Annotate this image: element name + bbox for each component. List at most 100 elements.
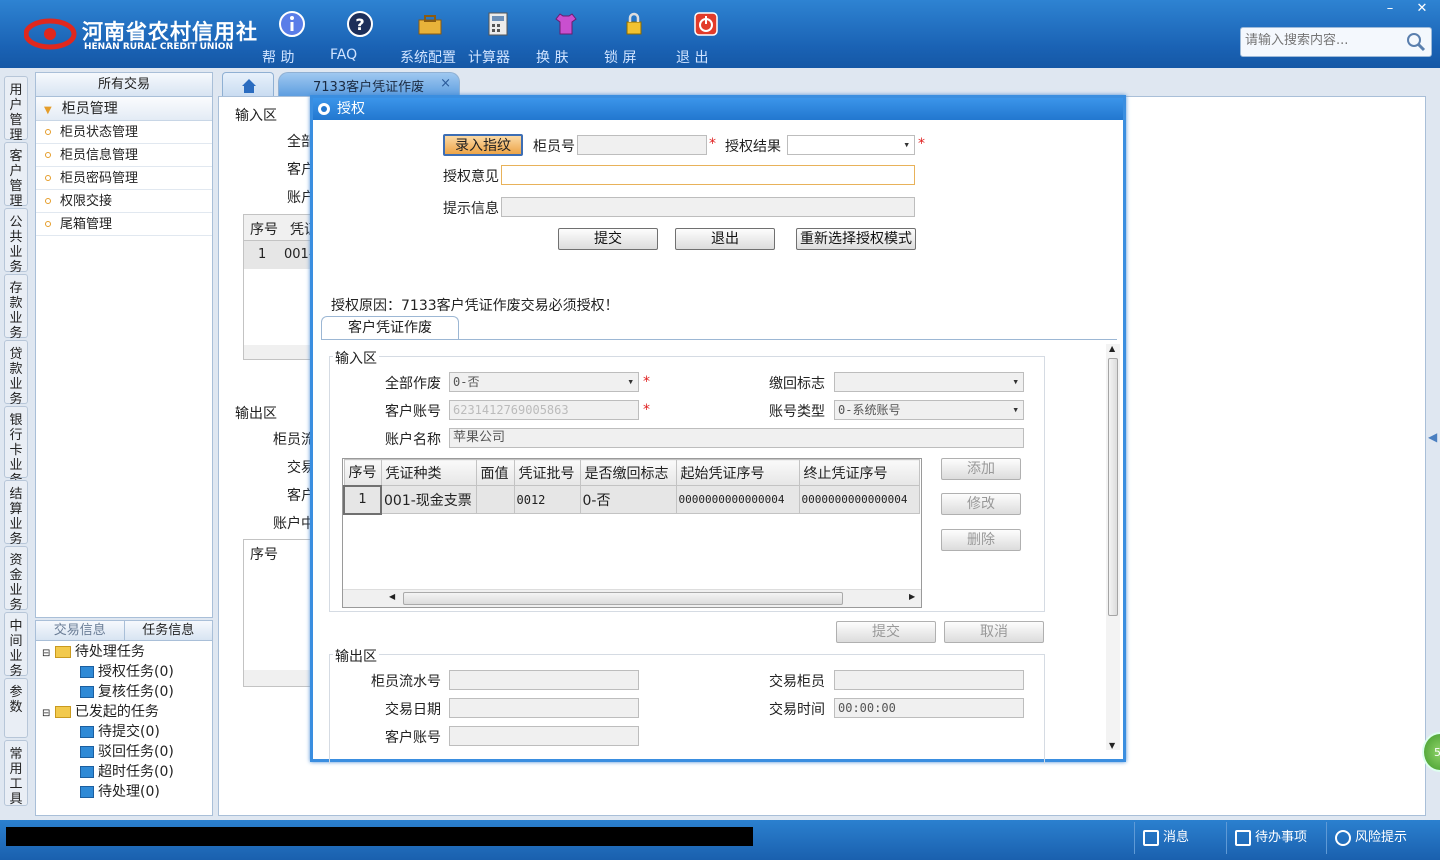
nav-settlement-business[interactable]: 结算业务 (4, 480, 28, 547)
nav-deposit-business[interactable]: 存款业务 (4, 274, 28, 341)
tree-label: 待提交(0) (98, 724, 160, 740)
teller-management-group[interactable]: ▼ 柜员管理 (36, 97, 212, 121)
nav-loan-business[interactable]: 贷款业务 (4, 340, 28, 407)
reselect-auth-mode-button[interactable]: 重新选择授权模式 (796, 228, 916, 250)
lock-screen-button[interactable]: 锁 屏 (604, 8, 664, 66)
nav-user-management[interactable]: 用户管理 (4, 76, 28, 143)
minimize-button[interactable]: – (1374, 0, 1406, 18)
customer-account-field[interactable]: 6231412769005863 (449, 400, 639, 420)
all-void-select[interactable]: 0-否 (449, 372, 639, 392)
tree-label: 待处理任务 (74, 644, 145, 660)
search-icon[interactable] (1406, 32, 1426, 52)
exit-button[interactable]: 退出 (675, 228, 775, 250)
all-transactions-header[interactable]: 所有交易 (36, 73, 212, 97)
tab-voucher-void[interactable]: 7133客户凭证作废 × (278, 72, 460, 96)
scroll-right-icon[interactable]: ▶ (909, 592, 915, 601)
col-face-value[interactable]: 面值 (475, 459, 515, 486)
nav-bank-card-business[interactable]: 银行卡业务 (4, 406, 28, 488)
nav-intermediate-business[interactable]: 中间业务 (4, 612, 28, 679)
tree-label: 待处理(0) (98, 784, 160, 800)
col-start-serial[interactable]: 起始凭证序号 (675, 459, 800, 486)
side-expand-icon[interactable]: ◀ (1428, 430, 1440, 458)
menu-item-teller-status[interactable]: 柜员状态管理 (36, 121, 212, 144)
dialog-title-bar[interactable]: 授权 (313, 98, 1123, 120)
tree-timeout[interactable]: 超时任务(0) (80, 762, 174, 782)
document-icon (80, 726, 94, 738)
bg-output-area: 输出区 (235, 406, 277, 422)
close-window-button[interactable]: ✕ (1406, 0, 1438, 18)
tree-initiated-tasks[interactable]: ⊟ 已发起的任务 (42, 702, 159, 724)
col-index[interactable]: 序号 (343, 459, 382, 486)
teller-no-field[interactable] (577, 135, 707, 155)
submit-button[interactable]: 提交 (558, 228, 658, 250)
table-cell: 001-现金支票 (380, 485, 477, 514)
risk-alert-button[interactable]: 风险提示 (1326, 822, 1436, 854)
scroll-left-icon[interactable]: ◀ (389, 592, 395, 601)
col-recall-flag[interactable]: 是否缴回标志 (579, 459, 677, 486)
horizontal-scrollbar[interactable]: ◀ ▶ (343, 589, 921, 607)
tab-close-icon[interactable]: × (440, 76, 451, 91)
nav-public-business[interactable]: 公共业务 (4, 208, 28, 275)
help-button[interactable]: 帮 助 (262, 8, 322, 66)
menu-item-teller-info[interactable]: 柜员信息管理 (36, 144, 212, 167)
table-row[interactable]: 1 001-现金支票 0012 0-否 0000000000000004 000… (343, 484, 920, 515)
nav-common-tools[interactable]: 常用工具 (4, 740, 28, 807)
menu-item-tail-box[interactable]: 尾箱管理 (36, 213, 212, 236)
col-end-serial[interactable]: 终止凭证序号 (798, 459, 920, 486)
auth-opinion-input[interactable] (501, 165, 915, 185)
search-input[interactable] (1245, 33, 1405, 48)
record-fingerprint-button[interactable]: 录入指纹 (443, 134, 523, 156)
tab-task-info[interactable]: 任务信息 (123, 621, 213, 640)
skin-button[interactable]: 换 肤 (536, 8, 596, 66)
tree-label: 驳回任务(0) (98, 744, 174, 760)
exit-app-button[interactable]: 退 出 (676, 8, 736, 66)
faq-button[interactable]: ? FAQ (330, 8, 390, 63)
collapse-icon[interactable]: ⊟ (42, 708, 50, 719)
message-label: 消息 (1163, 830, 1190, 845)
delete-button[interactable]: 删除 (941, 529, 1021, 551)
nav-fund-business[interactable]: 资金业务 (4, 546, 28, 613)
auth-result-select[interactable] (787, 135, 915, 155)
tree-to-process[interactable]: 待处理(0) (80, 782, 160, 802)
lock-icon (626, 12, 642, 35)
tab-home[interactable] (222, 72, 274, 96)
nav-parameters[interactable]: 参数 (4, 678, 28, 738)
tree-rejected[interactable]: 驳回任务(0) (80, 742, 174, 762)
tree-to-submit[interactable]: 待提交(0) (80, 722, 160, 742)
scroll-up-icon[interactable]: ▲ (1109, 344, 1115, 353)
tree-auth-tasks[interactable]: 授权任务(0) (80, 662, 174, 682)
tree-pending-tasks[interactable]: ⊟ 待处理任务 (42, 642, 145, 664)
tree-label: 超时任务(0) (98, 764, 174, 780)
tab-transaction-info[interactable]: 交易信息 (36, 621, 124, 640)
scroll-thumb[interactable] (1108, 358, 1118, 616)
message-button[interactable]: 消息 (1134, 822, 1226, 854)
vertical-scrollbar[interactable]: ▲ ▼ (1106, 344, 1120, 750)
scroll-down-icon[interactable]: ▼ (1109, 741, 1115, 750)
tab-customer-voucher-void[interactable]: 客户凭证作废 (321, 316, 459, 340)
auth-result-label: 授权结果 (725, 139, 781, 155)
table-cell: 0-否 (579, 485, 677, 514)
shirt-icon (555, 13, 577, 35)
table-cell: 0000000000000004 (675, 485, 800, 514)
required-mark: * (918, 136, 925, 152)
system-config-button[interactable]: 系统配置 (400, 8, 460, 66)
info-icon (279, 11, 305, 37)
calculator-button[interactable]: 计算器 (468, 8, 528, 66)
account-name-field: 苹果公司 (449, 428, 1024, 448)
account-type-select[interactable]: 0-系统账号 (834, 400, 1024, 420)
menu-item-permission-handover[interactable]: 权限交接 (36, 190, 212, 213)
menu-item-teller-password[interactable]: 柜员密码管理 (36, 167, 212, 190)
todo-button[interactable]: 待办事项 (1226, 822, 1326, 854)
search-box[interactable] (1240, 27, 1432, 57)
recall-flag-select[interactable] (834, 372, 1024, 392)
modify-button[interactable]: 修改 (941, 493, 1021, 515)
nav-customer-management[interactable]: 客户管理 (4, 142, 28, 209)
scroll-thumb[interactable] (403, 592, 843, 605)
col-voucher-type[interactable]: 凭证种类 (380, 459, 477, 486)
col-batch-no[interactable]: 凭证批号 (513, 459, 581, 486)
cancel-button[interactable]: 取消 (944, 621, 1044, 643)
collapse-icon[interactable]: ⊟ (42, 648, 50, 659)
inner-submit-button[interactable]: 提交 (836, 621, 936, 643)
add-button[interactable]: 添加 (941, 458, 1021, 480)
tree-review-tasks[interactable]: 复核任务(0) (80, 682, 174, 702)
